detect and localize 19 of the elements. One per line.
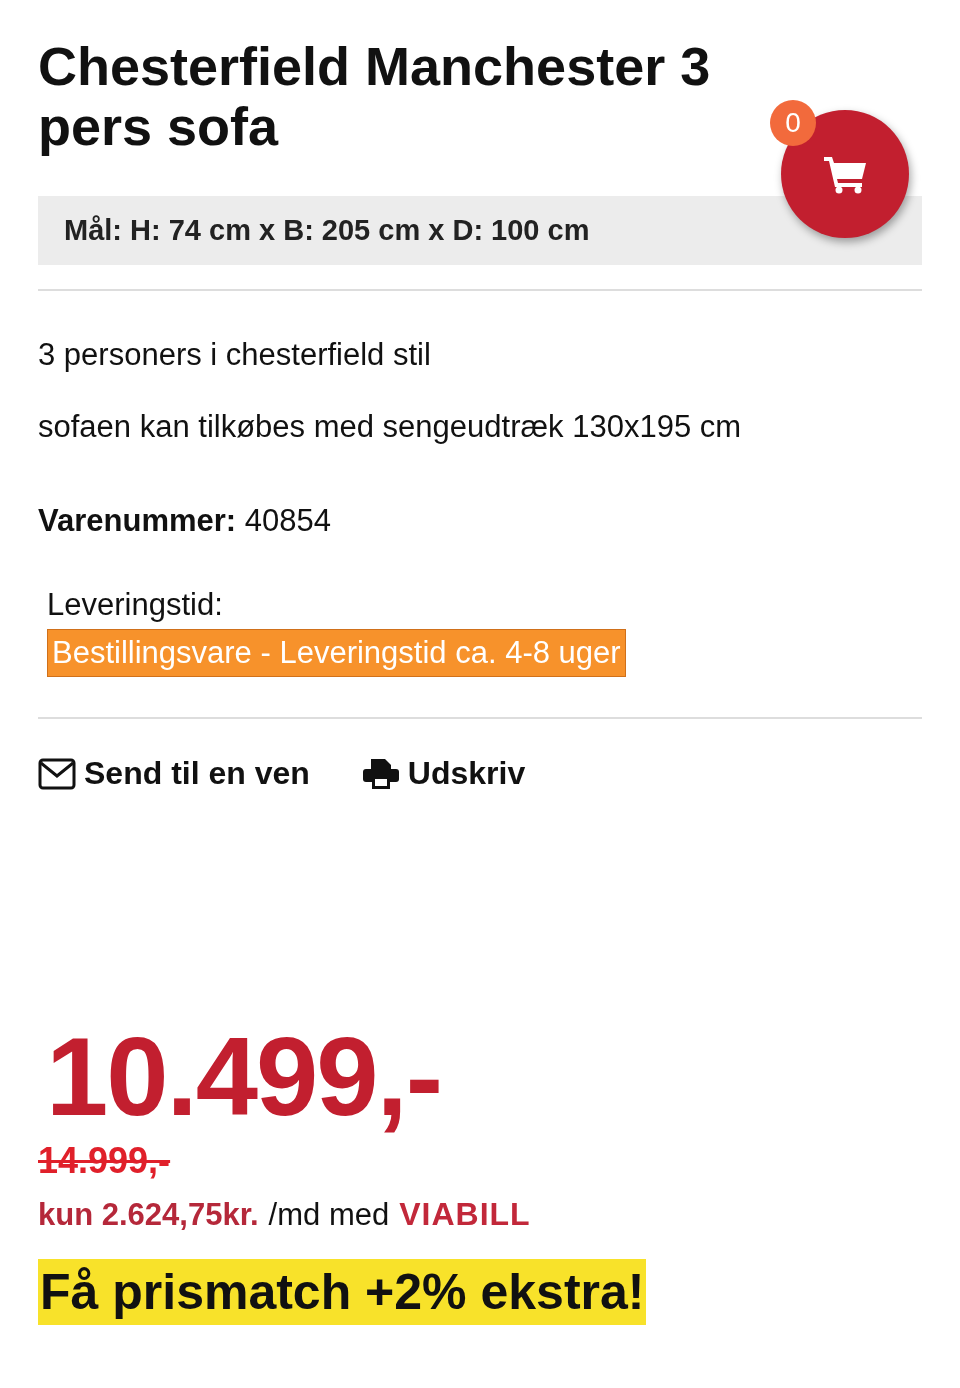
price-text: 10.499,- [45,1022,442,1132]
product-title: Chesterfield Manchester 3 pers sofa [38,36,712,156]
installment-text: /md med [268,1196,390,1233]
delivery-label: Leveringstid: [47,587,224,623]
delivery-status-badge: Bestillingsvare - Leveringstid ca. 4-8 uger [47,629,626,677]
printer-icon [361,757,400,790]
old-price-text: 14.999,- [38,1140,172,1182]
envelope-icon [38,757,76,790]
item-number-text: Varenummer: 40854 [38,503,332,539]
cart-count-badge: 0 [770,100,816,146]
provider-logo: VIABILL [399,1196,531,1233]
description-text: 3 personers i chesterfield stil [38,337,432,373]
installment-amount: kun 2.624,75kr. [38,1196,259,1233]
cart-icon [822,154,868,194]
print-link[interactable]: Udskriv [361,755,526,792]
dimensions-text: Mål: H: 74 cm x B: 205 cm x D: 100 cm [38,196,922,265]
description-text: sofaen kan tilkøbes med sengeudtræk 130x195 cm [38,409,743,445]
send-to-friend-link[interactable]: Send til en ven [38,755,310,792]
price-match-banner: Få prismatch +2% ekstra! [38,1259,647,1325]
